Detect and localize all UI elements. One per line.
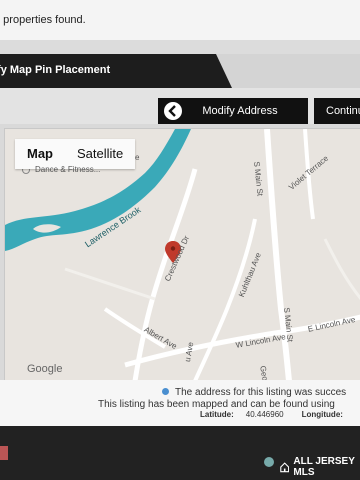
results-message: o properties found. [0,14,86,26]
poi-label: Dance & Fitness... [35,165,101,174]
brand-name: ALL JERSEY MLS [293,456,355,478]
status-bar: o properties found. [0,0,360,41]
continue-button[interactable]: Continu [314,98,360,124]
continue-label: Continu [326,105,360,117]
info-line-1: The address for this listing was succes [175,387,347,398]
back-arrow-icon [164,102,182,120]
google-attribution: Google [27,363,63,375]
house-icon [280,462,290,473]
coordinates-row: Latitude: 40.446960 Longitude: [200,410,343,419]
page-title-tab: ify Map Pin Placement [0,54,232,88]
label-e-short: e [135,153,140,162]
screen: o properties found. ify Map Pin Placemen… [0,0,360,480]
latitude-value: 40.446960 [245,410,284,419]
taskbar-dot-icon [264,457,274,467]
info-line-2: This listing has been mapped and can be … [98,399,335,410]
page-title: ify Map Pin Placement [0,64,111,76]
modify-address-button[interactable]: Modify Address [158,98,308,124]
taskbar-app-icon[interactable] [0,446,8,460]
map-view[interactable]: Map Satellite Dance & Fitness... e Lawre… [4,128,360,382]
info-icon [162,388,169,395]
longitude-label: Longitude: [301,410,343,419]
latitude-label: Latitude: [200,410,234,419]
modify-address-label: Modify Address [202,105,278,117]
brand-logo: ALL JERSEY MLS [280,456,360,478]
